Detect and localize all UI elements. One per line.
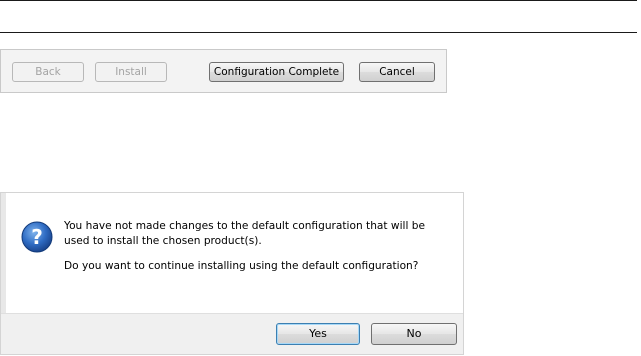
- wizard-button-bar: Back Install Configuration Complete Canc…: [0, 49, 447, 93]
- header-divider: [0, 32, 637, 33]
- yes-button[interactable]: Yes: [276, 323, 360, 345]
- back-button[interactable]: Back: [12, 62, 84, 82]
- dialog-question-text: Do you want to continue installing using…: [64, 260, 419, 272]
- confirm-dialog: ? You have not made changes to the defau…: [0, 192, 464, 355]
- dialog-message: You have not made changes to the default…: [64, 219, 444, 274]
- top-divider: [0, 0, 637, 1]
- screen: Back Install Configuration Complete Canc…: [0, 0, 641, 356]
- question-icon: ?: [21, 221, 53, 253]
- cancel-button[interactable]: Cancel: [359, 62, 435, 82]
- dialog-footer: Yes No: [1, 313, 463, 354]
- dialog-message-text: You have not made changes to the default…: [64, 220, 426, 247]
- install-button[interactable]: Install: [95, 62, 167, 82]
- no-button[interactable]: No: [371, 323, 457, 345]
- configuration-complete-button[interactable]: Configuration Complete: [209, 62, 344, 82]
- svg-text:?: ?: [31, 225, 43, 249]
